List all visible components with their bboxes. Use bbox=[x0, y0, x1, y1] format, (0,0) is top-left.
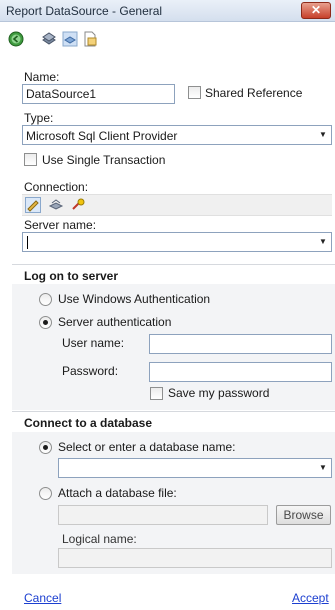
windows-auth-label: Use Windows Authentication bbox=[58, 292, 211, 306]
chevron-down-icon: ▼ bbox=[319, 237, 327, 246]
connection-build-icon[interactable] bbox=[70, 197, 86, 213]
logical-name-label: Logical name: bbox=[62, 532, 137, 546]
attach-database-label: Attach a database file: bbox=[58, 486, 177, 500]
username-label: User name: bbox=[62, 336, 125, 350]
type-select[interactable]: Microsoft Sql Client Provider ▼ bbox=[22, 125, 332, 145]
title-bar: Report DataSource - General ✕ bbox=[0, 0, 335, 22]
database-name-combo[interactable]: ▼ bbox=[58, 458, 332, 478]
database-divider bbox=[12, 411, 335, 412]
password-label: Password: bbox=[62, 364, 119, 378]
window-title: Report DataSource - General bbox=[6, 4, 163, 18]
text-cursor bbox=[27, 236, 28, 249]
windows-auth-radio[interactable] bbox=[39, 293, 52, 306]
select-database-label: Select or enter a database name: bbox=[58, 440, 236, 454]
connection-test-icon[interactable] bbox=[48, 197, 64, 213]
name-label: Name: bbox=[24, 70, 60, 84]
chevron-down-icon: ▼ bbox=[319, 130, 327, 139]
connection-toolbar bbox=[22, 194, 332, 216]
logical-name-input[interactable] bbox=[58, 548, 332, 568]
type-label: Type: bbox=[24, 111, 54, 125]
username-input[interactable] bbox=[149, 334, 332, 354]
attach-database-radio[interactable] bbox=[39, 487, 52, 500]
connection-label: Connection: bbox=[24, 180, 89, 194]
chevron-down-icon: ▼ bbox=[319, 463, 327, 472]
database-edit-icon[interactable] bbox=[62, 31, 78, 47]
connection-edit-icon[interactable] bbox=[25, 197, 41, 213]
save-password-label: Save my password bbox=[168, 386, 270, 400]
attach-file-input[interactable] bbox=[58, 505, 268, 525]
accept-link[interactable]: Accept bbox=[292, 591, 329, 605]
server-name-combo[interactable]: ▼ bbox=[22, 232, 332, 252]
cancel-link[interactable]: Cancel bbox=[24, 591, 61, 605]
save-password-checkbox[interactable] bbox=[150, 387, 163, 400]
browse-button[interactable]: Browse bbox=[276, 505, 331, 525]
shared-reference-checkbox[interactable] bbox=[188, 86, 201, 99]
select-database-radio[interactable] bbox=[39, 441, 52, 454]
password-input[interactable] bbox=[149, 362, 332, 382]
single-transaction-label: Use Single Transaction bbox=[42, 153, 166, 167]
close-button[interactable]: ✕ bbox=[301, 2, 331, 19]
database-heading: Connect to a database bbox=[24, 416, 153, 430]
server-auth-radio[interactable] bbox=[39, 316, 52, 329]
logon-heading: Log on to server bbox=[24, 269, 119, 283]
database-icon[interactable] bbox=[41, 31, 57, 47]
logon-divider bbox=[12, 264, 335, 265]
server-name-label: Server name: bbox=[24, 218, 97, 232]
name-input[interactable] bbox=[22, 84, 175, 104]
type-select-value: Microsoft Sql Client Provider bbox=[26, 129, 178, 143]
shared-reference-label: Shared Reference bbox=[205, 86, 303, 100]
single-transaction-checkbox[interactable] bbox=[24, 153, 37, 166]
back-icon[interactable] bbox=[8, 31, 24, 47]
server-auth-label: Server authentication bbox=[58, 315, 172, 329]
document-icon[interactable] bbox=[82, 31, 98, 47]
